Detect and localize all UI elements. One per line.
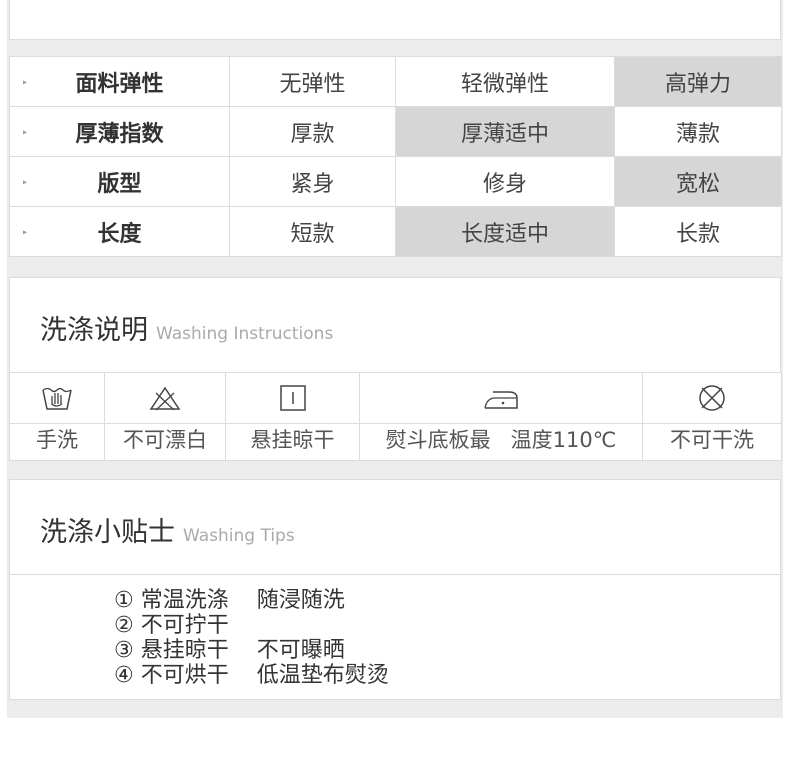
attribute-row-length: ▸ 长度 短款 长度适中 长款 [9, 206, 782, 257]
attribute-option-selected: 高弹力 [614, 56, 782, 107]
attribute-row-thickness: ▸ 厚薄指数 厚款 厚薄适中 薄款 [9, 106, 782, 157]
attribute-row-fit: ▸ 版型 紧身 修身 宽松 [9, 156, 782, 207]
attribute-name: ▸ 厚薄指数 [9, 106, 230, 157]
attribute-option: 轻微弹性 [395, 56, 615, 107]
section-title: 洗涤小贴士 Washing Tips [40, 517, 295, 548]
tip-line: ② 不可拧干 [114, 613, 229, 638]
wash-label: 悬挂晾干 [225, 423, 360, 461]
attribute-option: 厚款 [229, 106, 396, 157]
iron-low-icon [359, 372, 643, 424]
attribute-table: ▸ 面料弹性 无弹性 轻微弹性 高弹力 ▸ 厚薄指数 厚款 厚薄适中 薄款 ▸ 版型 … [9, 56, 782, 257]
product-detail-panel: ▸ 面料弹性 无弹性 轻微弹性 高弹力 ▸ 厚薄指数 厚款 厚薄适中 薄款 ▸ 版型 … [7, 0, 783, 718]
top-strip [9, 0, 781, 40]
washing-tips-list: ① 常温洗涤 随浸随洗 ② 不可拧干 ③ 悬挂晾干 不可曝晒 ④ 不可烘干 低温… [114, 588, 389, 688]
attribute-option: 长款 [614, 206, 782, 257]
attribute-name: ▸ 长度 [9, 206, 230, 257]
attribute-row-elasticity: ▸ 面料弹性 无弹性 轻微弹性 高弹力 [9, 56, 782, 107]
tip-line: ④ 不可烘干 低温垫布熨烫 [114, 663, 389, 688]
washing-instructions-table: 手洗 不可漂白 悬挂晾干 熨斗底板最 温度110℃ 不可干洗 [9, 372, 782, 461]
wash-label: 不可干洗 [642, 423, 782, 461]
bullet-triangle-icon: ▸ [23, 227, 28, 236]
attribute-option-selected: 厚薄适中 [395, 106, 615, 157]
attribute-option: 短款 [229, 206, 396, 257]
tip-line: ③ 悬挂晾干 不可曝晒 [114, 638, 345, 663]
attribute-name: ▸ 面料弹性 [9, 56, 230, 107]
attribute-option: 薄款 [614, 106, 782, 157]
attribute-name: ▸ 版型 [9, 156, 230, 207]
attribute-option: 紧身 [229, 156, 396, 207]
hand-wash-icon [9, 372, 105, 424]
wash-label: 手洗 [9, 423, 105, 461]
bullet-triangle-icon: ▸ [23, 127, 28, 136]
bullet-triangle-icon: ▸ [23, 77, 28, 86]
attribute-option: 无弹性 [229, 56, 396, 107]
section-title: 洗涤说明 Washing Instructions [40, 315, 334, 346]
no-bleach-icon [104, 372, 226, 424]
washing-instructions-header: 洗涤说明 Washing Instructions [9, 277, 781, 373]
no-dry-clean-icon [642, 372, 782, 424]
wash-label: 熨斗底板最 温度110℃ [359, 423, 643, 461]
attribute-option: 修身 [395, 156, 615, 207]
attribute-option-selected: 宽松 [614, 156, 782, 207]
wash-label: 不可漂白 [104, 423, 226, 461]
tip-line: ① 常温洗涤 随浸随洗 [114, 588, 345, 613]
bullet-triangle-icon: ▸ [23, 177, 28, 186]
attribute-option-selected: 长度适中 [395, 206, 615, 257]
washing-tips-header: 洗涤小贴士 Washing Tips [9, 479, 781, 575]
hang-dry-icon [225, 372, 360, 424]
